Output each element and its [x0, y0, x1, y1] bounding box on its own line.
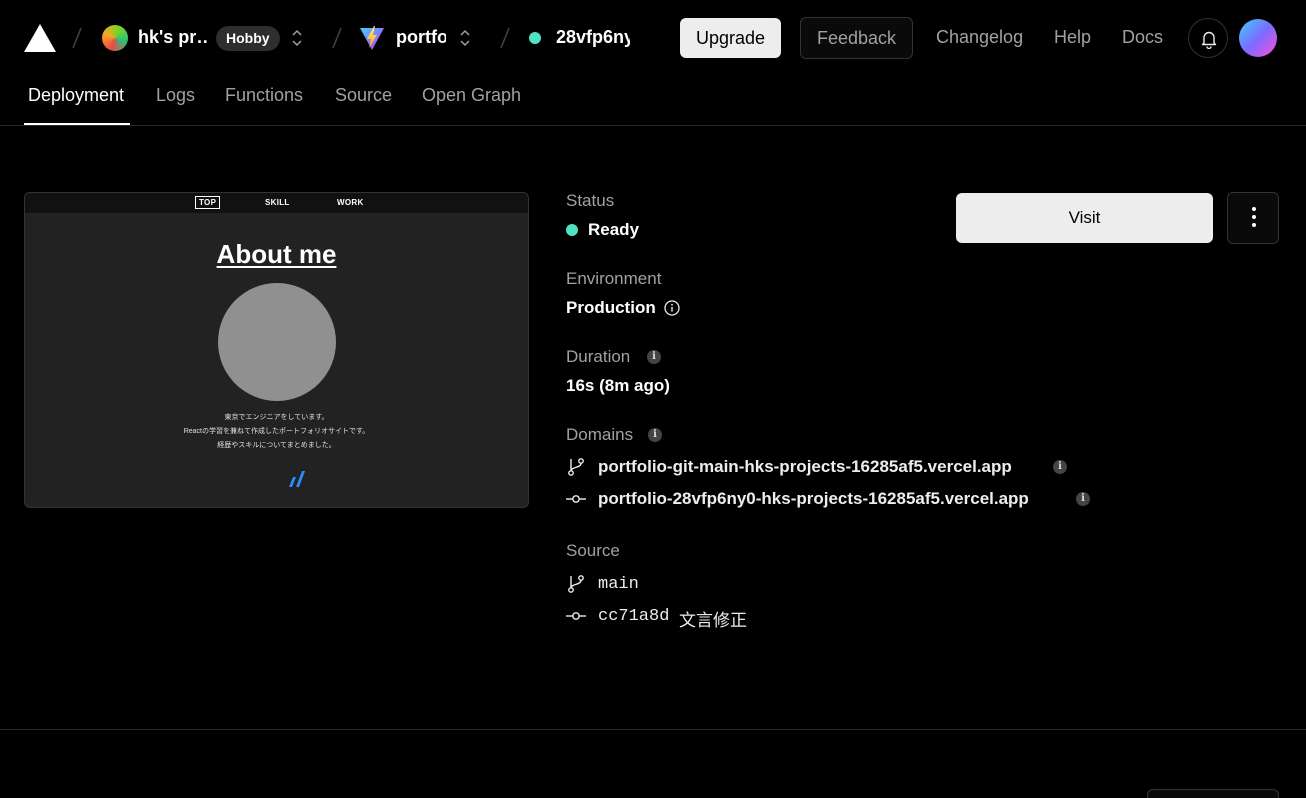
- info-icon[interactable]: i: [647, 350, 661, 364]
- top-bar: hk's pr… Hobby portfo 28vfp6ny Upgrade F…: [0, 0, 1306, 76]
- notifications-button[interactable]: [1188, 18, 1228, 58]
- preview-text-line: Reactの学習を兼ねて作成したポートフォリオサイトです。: [183, 428, 370, 435]
- tab-logs[interactable]: Logs: [156, 85, 195, 106]
- team-avatar[interactable]: [102, 25, 128, 51]
- info-icon[interactable]: i: [648, 428, 662, 442]
- commit-message[interactable]: 文言修正: [679, 606, 747, 631]
- environment-label: Environment: [566, 269, 662, 288]
- separator-slash-icon: [500, 27, 510, 49]
- deployment-preview[interactable]: TOP SKILL WORK About me 東京でエンジニアをしています。 …: [24, 192, 529, 508]
- help-link[interactable]: Help: [1054, 27, 1091, 48]
- environment-value: Production: [566, 298, 656, 317]
- preview-nav-skill: SKILL: [265, 198, 290, 207]
- domain-link[interactable]: portfolio-28vfp6ny0-hks-projects-16285af…: [598, 489, 1029, 509]
- tab-open-graph[interactable]: Open Graph: [422, 85, 521, 106]
- plan-badge: Hobby: [216, 26, 280, 51]
- chevron-updown-icon[interactable]: [291, 28, 303, 48]
- git-branch-icon: [568, 575, 584, 593]
- upgrade-button[interactable]: Upgrade: [680, 18, 781, 58]
- preview-nav-top: TOP: [195, 196, 221, 209]
- info-icon[interactable]: i: [1053, 460, 1067, 474]
- status-label: Status: [566, 191, 615, 210]
- preview-text-line: 経歴やスキルについてまとめました。: [217, 442, 336, 449]
- duration-label: Duration: [566, 347, 631, 366]
- more-options-button[interactable]: [1227, 192, 1279, 244]
- changelog-link[interactable]: Changelog: [936, 27, 1023, 48]
- preview-nav-work: WORK: [337, 198, 364, 207]
- vercel-logo-icon[interactable]: [24, 24, 56, 52]
- info-icon[interactable]: [664, 300, 680, 316]
- chevron-updown-icon[interactable]: [459, 28, 471, 48]
- domain-link[interactable]: portfolio-git-main-hks-projects-16285af5…: [598, 457, 1012, 477]
- more-vertical-icon: [1252, 207, 1256, 211]
- deployment-tabs: Deployment Logs Functions Source Open Gr…: [0, 76, 1306, 126]
- preview-text-line: 東京でエンジニアをしています。: [224, 414, 329, 421]
- feedback-button[interactable]: Feedback: [800, 17, 913, 59]
- tab-functions[interactable]: Functions: [225, 85, 303, 106]
- active-tab-indicator: [24, 123, 130, 125]
- tab-source[interactable]: Source: [335, 85, 392, 106]
- status-value: Ready: [588, 220, 640, 239]
- project-name[interactable]: portfo: [396, 27, 446, 48]
- preview-logo-icon: [289, 471, 305, 487]
- status-ready-dot: [566, 224, 578, 236]
- deployment-status-dot: [529, 32, 541, 44]
- section-divider: [0, 729, 1306, 730]
- preview-profile-image: [218, 283, 336, 401]
- git-commit-icon: [566, 495, 586, 503]
- vite-icon: [360, 26, 384, 50]
- visit-button[interactable]: Visit: [956, 193, 1213, 243]
- commit-hash[interactable]: cc71a8d: [598, 607, 669, 626]
- preview-nav: TOP SKILL WORK: [25, 193, 528, 213]
- team-name[interactable]: hk's pr…: [138, 27, 208, 48]
- source-label: Source: [566, 541, 620, 560]
- git-commit-icon: [566, 612, 586, 620]
- user-avatar[interactable]: [1239, 19, 1277, 57]
- preview-heading: About me: [216, 239, 337, 269]
- separator-slash-icon: [332, 27, 342, 49]
- bell-icon: [1201, 31, 1217, 49]
- docs-link[interactable]: Docs: [1122, 27, 1163, 48]
- source-branch[interactable]: main: [598, 575, 639, 594]
- info-icon[interactable]: i: [1076, 492, 1090, 506]
- tab-deployment[interactable]: Deployment: [28, 85, 124, 106]
- bottom-action-button[interactable]: [1147, 789, 1279, 798]
- deployment-id[interactable]: 28vfp6ny: [556, 27, 630, 48]
- git-branch-icon: [568, 458, 584, 476]
- separator-slash-icon: [72, 27, 82, 49]
- duration-value: 16s (8m ago): [566, 376, 670, 395]
- domains-label: Domains: [566, 425, 634, 444]
